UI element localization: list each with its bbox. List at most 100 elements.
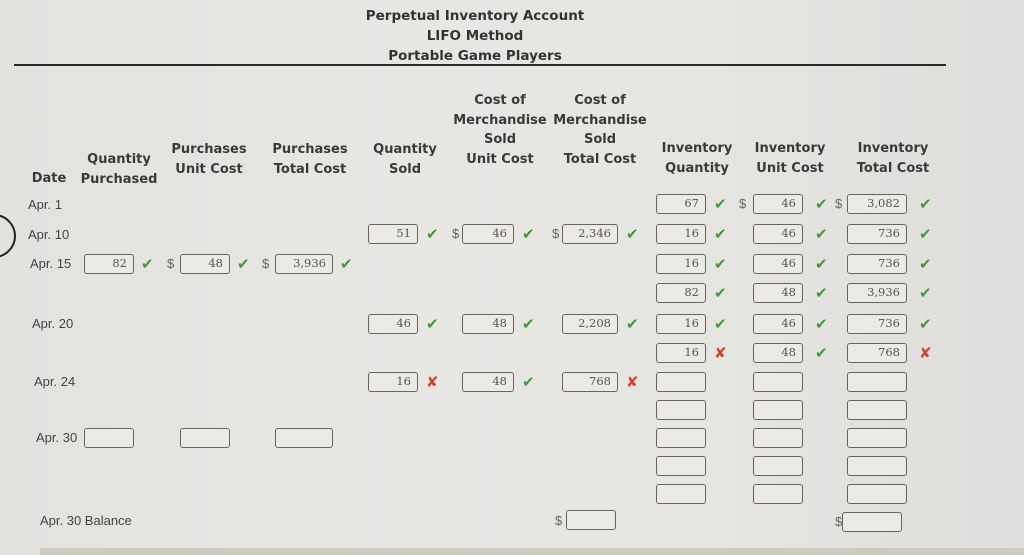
cogs-unit-cost-input[interactable]: 46 (462, 224, 514, 244)
checkmark-icon: ✔ (714, 225, 727, 243)
inventory-unit-cost-input[interactable] (753, 400, 803, 420)
checkmark-icon: ✔ (815, 315, 828, 333)
radio-circle-icon (0, 214, 16, 258)
header-inventory-unit-cost: Inventory Unit Cost (754, 141, 826, 176)
header-quantity-purchased: Quantity Purchased (80, 152, 158, 187)
title-line-2: LIFO Method (426, 28, 524, 44)
cogs-total-cost-input[interactable]: 2,208 (562, 314, 618, 334)
inventory-quantity-input[interactable]: 16 (656, 254, 706, 274)
row-date-apr-15: Apr. 15 (30, 256, 72, 271)
balance-inventory-total-input[interactable] (842, 512, 902, 532)
inventory-quantity-input[interactable] (656, 372, 706, 392)
header-inventory-total-cost: Inventory Total Cost (856, 141, 930, 176)
row-date-apr-24: Apr. 24 (34, 374, 76, 389)
inventory-total-cost-input[interactable]: 3,936 (847, 283, 907, 303)
header-purchases-unit-cost: Purchases Unit Cost (171, 142, 247, 177)
inventory-unit-cost-input[interactable]: 48 (753, 283, 803, 303)
inventory-quantity-input[interactable] (656, 484, 706, 504)
inventory-quantity-input[interactable] (656, 400, 706, 420)
inventory-quantity-input[interactable] (656, 456, 706, 476)
quantity-sold-input[interactable]: 46 (368, 314, 418, 334)
checkmark-icon: ✔ (426, 315, 439, 333)
quantity-purchased-input[interactable]: 82 (84, 254, 134, 274)
inventory-total-cost-input[interactable] (847, 400, 907, 420)
checkmark-icon: ✔ (919, 315, 932, 333)
checkmark-icon: ✔ (340, 255, 353, 273)
row-date-apr-30: Apr. 30 (36, 430, 78, 445)
inventory-unit-cost-input[interactable] (753, 484, 803, 504)
cogs-unit-cost-input[interactable]: 48 (462, 314, 514, 334)
checkmark-icon: ✔ (426, 225, 439, 243)
inventory-unit-cost-input[interactable]: 46 (753, 314, 803, 334)
inventory-unit-cost-input[interactable] (753, 372, 803, 392)
inventory-unit-cost-input[interactable] (753, 456, 803, 476)
inventory-unit-cost-input[interactable] (753, 428, 803, 448)
checkmark-icon: ✔ (815, 344, 828, 362)
header-quantity-sold: Quantity Sold (373, 142, 437, 177)
balance-label: Apr. 30 Balance (40, 513, 132, 528)
checkmark-icon: ✔ (714, 255, 727, 273)
checkmark-icon: ✔ (815, 284, 828, 302)
checkmark-icon: ✔ (522, 225, 535, 243)
inventory-unit-cost-input[interactable]: 46 (753, 224, 803, 244)
checkmark-icon: ✔ (714, 284, 727, 302)
cogs-total-cost-input[interactable]: 768 (562, 372, 618, 392)
checkmark-icon: ✔ (237, 255, 250, 273)
inventory-total-cost-input[interactable] (847, 456, 907, 476)
quantity-purchased-input[interactable] (84, 428, 134, 448)
dollar-sign: $ (167, 256, 175, 271)
quantity-sold-input[interactable]: 16 (368, 372, 418, 392)
inventory-total-cost-input[interactable]: 736 (847, 224, 907, 244)
x-mark-icon: ✘ (714, 344, 727, 362)
checkmark-icon: ✔ (141, 255, 154, 273)
inventory-quantity-input[interactable]: 16 (656, 224, 706, 244)
dollar-sign: $ (262, 256, 270, 271)
row-date-apr-10: Apr. 10 (28, 227, 70, 242)
inventory-total-cost-input[interactable] (847, 484, 907, 504)
cogs-unit-cost-input[interactable]: 48 (462, 372, 514, 392)
x-mark-icon: ✘ (426, 373, 439, 391)
row-date-apr-1: Apr. 1 (28, 197, 62, 212)
purchases-total-cost-input[interactable] (275, 428, 333, 448)
cogs-total-cost-input[interactable]: 2,346 (562, 224, 618, 244)
checkmark-icon: ✔ (626, 315, 639, 333)
dollar-sign: $ (552, 226, 560, 241)
checkmark-icon: ✔ (815, 195, 828, 213)
purchases-unit-cost-input[interactable] (180, 428, 230, 448)
inventory-quantity-input[interactable]: 82 (656, 283, 706, 303)
row-date-apr-20: Apr. 20 (32, 316, 74, 331)
checkmark-icon: ✔ (919, 284, 932, 302)
checkmark-icon: ✔ (522, 373, 535, 391)
dollar-sign: $ (555, 513, 563, 528)
inventory-quantity-input[interactable] (656, 428, 706, 448)
inventory-total-cost-input[interactable]: 736 (847, 254, 907, 274)
inventory-unit-cost-input[interactable]: 46 (753, 194, 803, 214)
header-purchases-total-cost: Purchases Total Cost (272, 142, 348, 177)
header-cogs-unit-cost: Cost of Merchandise Sold Unit Cost (453, 93, 547, 167)
bottom-edge (40, 548, 1024, 555)
checkmark-icon: ✔ (714, 195, 727, 213)
inventory-total-cost-input[interactable]: 3,082 (847, 194, 907, 214)
dollar-sign: $ (739, 196, 747, 211)
inventory-total-cost-input[interactable]: 736 (847, 314, 907, 334)
purchases-unit-cost-input[interactable]: 48 (180, 254, 230, 274)
title-divider (14, 64, 946, 66)
inventory-quantity-input[interactable]: 16 (656, 314, 706, 334)
checkmark-icon: ✔ (919, 255, 932, 273)
inventory-unit-cost-input[interactable]: 48 (753, 343, 803, 363)
inventory-total-cost-input[interactable] (847, 372, 907, 392)
dollar-sign: $ (835, 196, 843, 211)
checkmark-icon: ✔ (522, 315, 535, 333)
purchases-total-cost-input[interactable]: 3,936 (275, 254, 333, 274)
quantity-sold-input[interactable]: 51 (368, 224, 418, 244)
checkmark-icon: ✔ (919, 195, 932, 213)
inventory-unit-cost-input[interactable]: 46 (753, 254, 803, 274)
balance-cogs-total-input[interactable] (566, 510, 616, 530)
header-inventory-quantity: Inventory Quantity (661, 141, 733, 176)
inventory-total-cost-input[interactable] (847, 428, 907, 448)
inventory-quantity-input[interactable]: 16 (656, 343, 706, 363)
checkmark-icon: ✔ (815, 225, 828, 243)
inventory-total-cost-input[interactable]: 768 (847, 343, 907, 363)
checkmark-icon: ✔ (919, 225, 932, 243)
inventory-quantity-input[interactable]: 67 (656, 194, 706, 214)
